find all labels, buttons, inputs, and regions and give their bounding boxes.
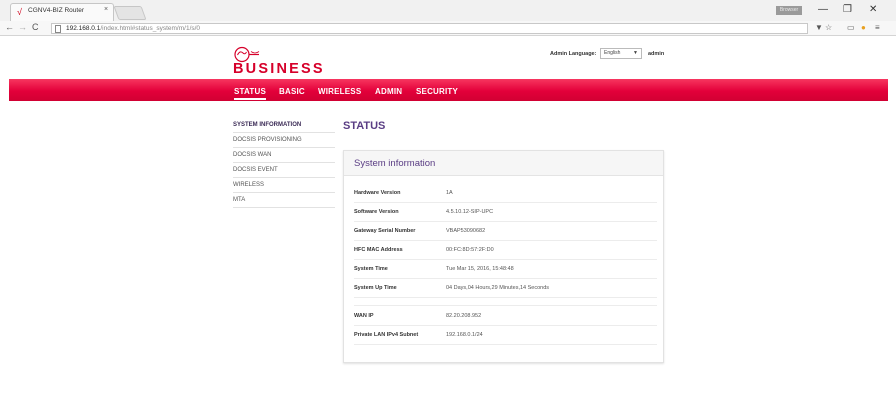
row-value: 4.5.10.12-SIP-UPC — [446, 209, 494, 215]
info-row-software-version: Software Version 4.5.10.12-SIP-UPC — [354, 203, 657, 222]
row-value: 00:FC:8D:57:2F:D0 — [446, 247, 494, 253]
nav-admin[interactable]: ADMIN — [375, 87, 402, 96]
nav-security[interactable]: SECURITY — [416, 87, 458, 96]
row-value: 82.20.208.952 — [446, 313, 482, 319]
info-row-wan-ip: WAN IP 82.20.208.952 — [354, 307, 657, 326]
info-row-gateway-serial: Gateway Serial Number VBAP53090682 — [354, 222, 657, 241]
filter-icon[interactable]: ▼ — [815, 23, 823, 32]
row-value: 04 Days,04 Hours,29 Minutes,14 Seconds — [446, 285, 550, 291]
user-name[interactable]: admin — [648, 51, 664, 57]
card-header: System information — [344, 151, 663, 176]
nav-basic[interactable]: BASIC — [279, 87, 305, 96]
sidebar-item-docsis-wan[interactable]: DOCSIS WAN — [233, 148, 335, 163]
forward-arrow-icon[interactable]: → — [18, 22, 27, 32]
brand-wordmark: BUSINESS — [233, 61, 325, 77]
row-label: Gateway Serial Number — [354, 228, 416, 234]
info-row-private-lan: Private LAN IPv4 Subnet 192.168.0.1/24 — [354, 326, 657, 345]
info-row-hfc-mac: HFC MAC Address 00:FC:8D:57:2F:D0 — [354, 241, 657, 260]
tab-title: CGNV4-BIZ Router — [28, 7, 84, 14]
bookmark-star-icon[interactable]: ☆ — [825, 23, 832, 32]
info-row-hardware-version: Hardware Version 1A — [354, 184, 657, 203]
reload-icon[interactable]: C — [32, 22, 39, 32]
nav-wireless[interactable]: WIRELESS — [318, 87, 361, 96]
row-value: 1A — [446, 190, 453, 196]
row-label: System Time — [354, 266, 388, 272]
info-row-system-time: System Time Tue Mar 15, 2016, 15:48:48 — [354, 260, 657, 279]
active-nav-indicator — [234, 98, 266, 100]
sidebar-item-docsis-event[interactable]: DOCSIS EVENT — [233, 163, 335, 178]
sidebar-item-docsis-provisioning[interactable]: DOCSIS PROVISIONING — [233, 133, 335, 148]
page-icon — [55, 25, 61, 33]
row-label: Software Version — [354, 209, 399, 215]
menu-icon[interactable]: ≡ — [875, 23, 880, 32]
chevron-down-icon: ▼ — [633, 50, 638, 56]
system-info-card: System information Hardware Version 1A S… — [343, 150, 664, 363]
cast-icon[interactable]: ▭ — [847, 23, 855, 32]
nav-status[interactable]: STATUS — [234, 87, 266, 96]
minimize-button[interactable]: — — [818, 4, 828, 15]
address-bar[interactable]: 192.168.0.1/index.html#status_system/m/1… — [51, 23, 808, 34]
page-title: STATUS — [343, 120, 386, 132]
row-spacer — [354, 298, 657, 306]
sidebar-item-wireless[interactable]: WIRELESS — [233, 178, 335, 193]
row-value: VBAP53090682 — [446, 228, 486, 234]
sidebar-item-mta[interactable]: MTA — [233, 193, 335, 208]
row-value: Tue Mar 15, 2016, 15:48:48 — [446, 266, 514, 272]
language-value: English — [604, 50, 621, 56]
browser-tab-strip: √ CGNV4-BIZ Router × Browser — ❐ ✕ — [0, 0, 896, 21]
card-title: System information — [354, 158, 436, 169]
row-label: WAN IP — [354, 313, 374, 319]
browser-toolbar: ← → C 192.168.0.1/index.html#status_syst… — [0, 21, 896, 36]
row-label: Private LAN IPv4 Subnet — [354, 332, 419, 338]
row-label: Hardware Version — [354, 190, 401, 196]
row-label: HFC MAC Address — [354, 247, 403, 253]
sidebar-item-system-information[interactable]: SYSTEM INFORMATION — [233, 118, 335, 133]
virgin-favicon-icon: √ — [17, 7, 22, 17]
back-arrow-icon[interactable]: ← — [5, 22, 14, 32]
row-label: System Up Time — [354, 285, 397, 291]
language-label: Admin Language: — [550, 51, 597, 57]
new-tab-button[interactable] — [113, 6, 147, 20]
language-select[interactable]: English ▼ — [600, 48, 642, 59]
info-row-system-uptime: System Up Time 04 Days,04 Hours,29 Minut… — [354, 279, 657, 298]
tab-close-icon[interactable]: × — [104, 6, 108, 13]
row-value: 192.168.0.1/24 — [446, 332, 483, 338]
extension-icon[interactable]: ● — [861, 23, 866, 32]
restore-button[interactable]: ❐ — [843, 4, 852, 15]
close-window-button[interactable]: ✕ — [869, 4, 877, 15]
browser-profile-badge[interactable]: Browser — [776, 6, 802, 15]
url-text[interactable]: 192.168.0.1/index.html#status_system/m/1… — [66, 24, 200, 34]
browser-tab[interactable]: √ CGNV4-BIZ Router × — [10, 3, 114, 21]
